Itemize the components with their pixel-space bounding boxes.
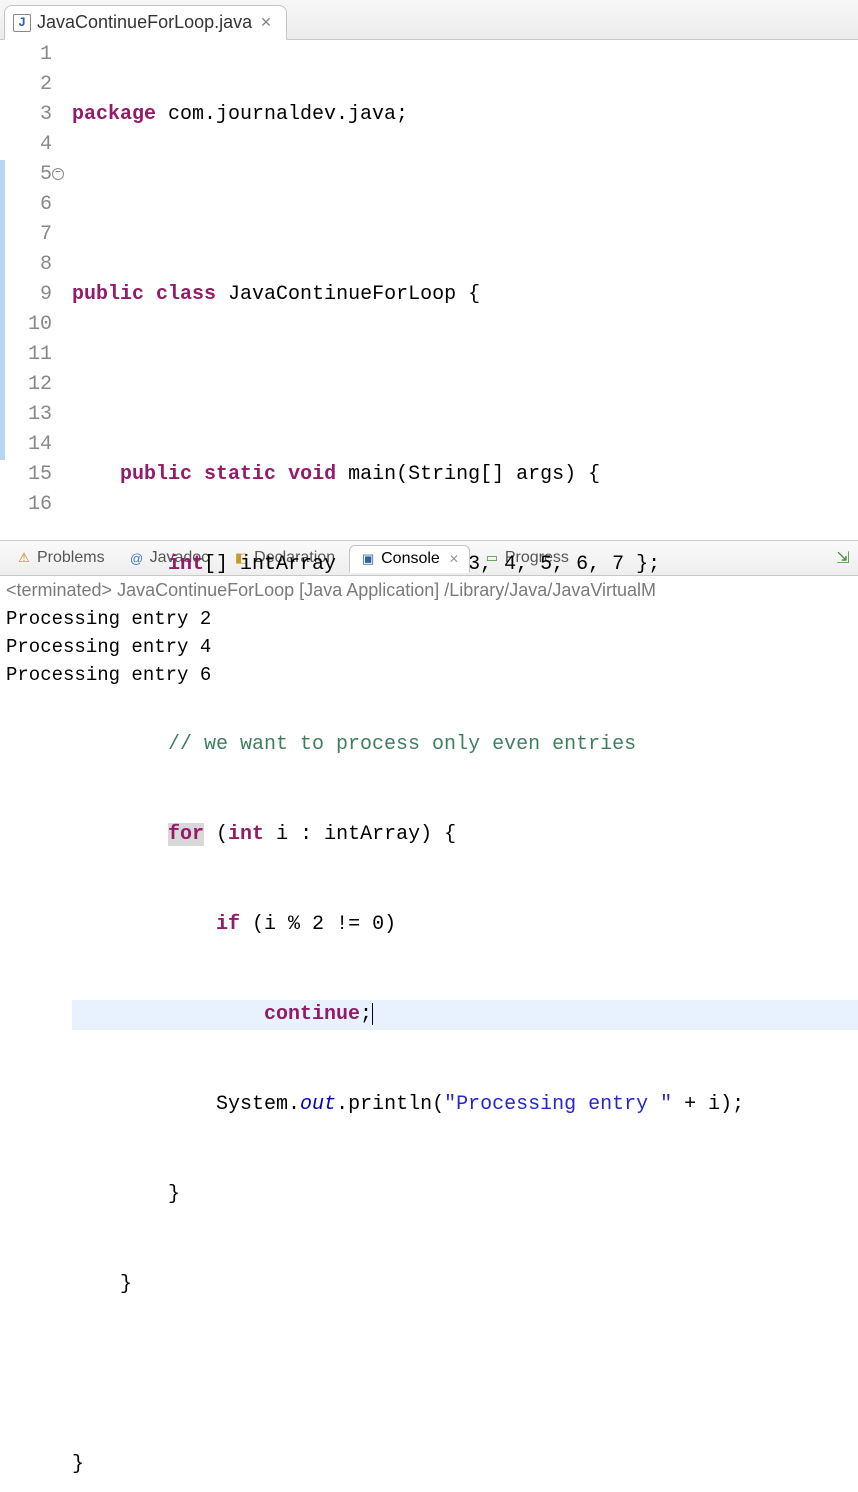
editor-tabbar: J JavaContinueForLoop.java ✕ — [0, 0, 858, 40]
line-number: 14 — [0, 430, 52, 460]
line-number: 2 — [0, 70, 52, 100]
editor-tab[interactable]: J JavaContinueForLoop.java ✕ — [4, 5, 287, 40]
editor-tab-filename: JavaContinueForLoop.java — [37, 12, 252, 33]
java-file-icon: J — [13, 14, 31, 32]
code-editor[interactable]: 1 2 3 4 5− 6 7 8 9 10 11 12 13 14 15 16 … — [0, 40, 858, 540]
line-number: 10 — [0, 310, 52, 340]
close-icon[interactable]: ✕ — [258, 14, 274, 31]
line-number: 7 — [0, 220, 52, 250]
line-number: 15 — [0, 460, 52, 490]
close-icon[interactable]: ✕ — [445, 552, 459, 566]
tab-label: Console — [381, 550, 440, 568]
code-area[interactable]: package com.journaldev.java; public clas… — [58, 40, 858, 540]
line-number: 13 — [0, 400, 52, 430]
line-number: 6 — [0, 190, 52, 220]
line-number: 4 — [0, 130, 52, 160]
line-number: 1 — [0, 40, 52, 70]
text-cursor — [372, 1003, 373, 1025]
console-icon: ▣ — [360, 551, 376, 567]
line-number: 12 — [0, 370, 52, 400]
line-number: 11 — [0, 340, 52, 370]
problems-icon: ⚠ — [16, 550, 32, 566]
line-number: 5− — [0, 160, 52, 190]
line-number-gutter: 1 2 3 4 5− 6 7 8 9 10 11 12 13 14 15 16 — [0, 40, 58, 540]
line-number: 9 — [0, 280, 52, 310]
line-number: 8 — [0, 250, 52, 280]
line-number: 16 — [0, 490, 52, 520]
line-number: 3 — [0, 100, 52, 130]
tab-console[interactable]: ▣ Console ✕ — [349, 545, 470, 573]
